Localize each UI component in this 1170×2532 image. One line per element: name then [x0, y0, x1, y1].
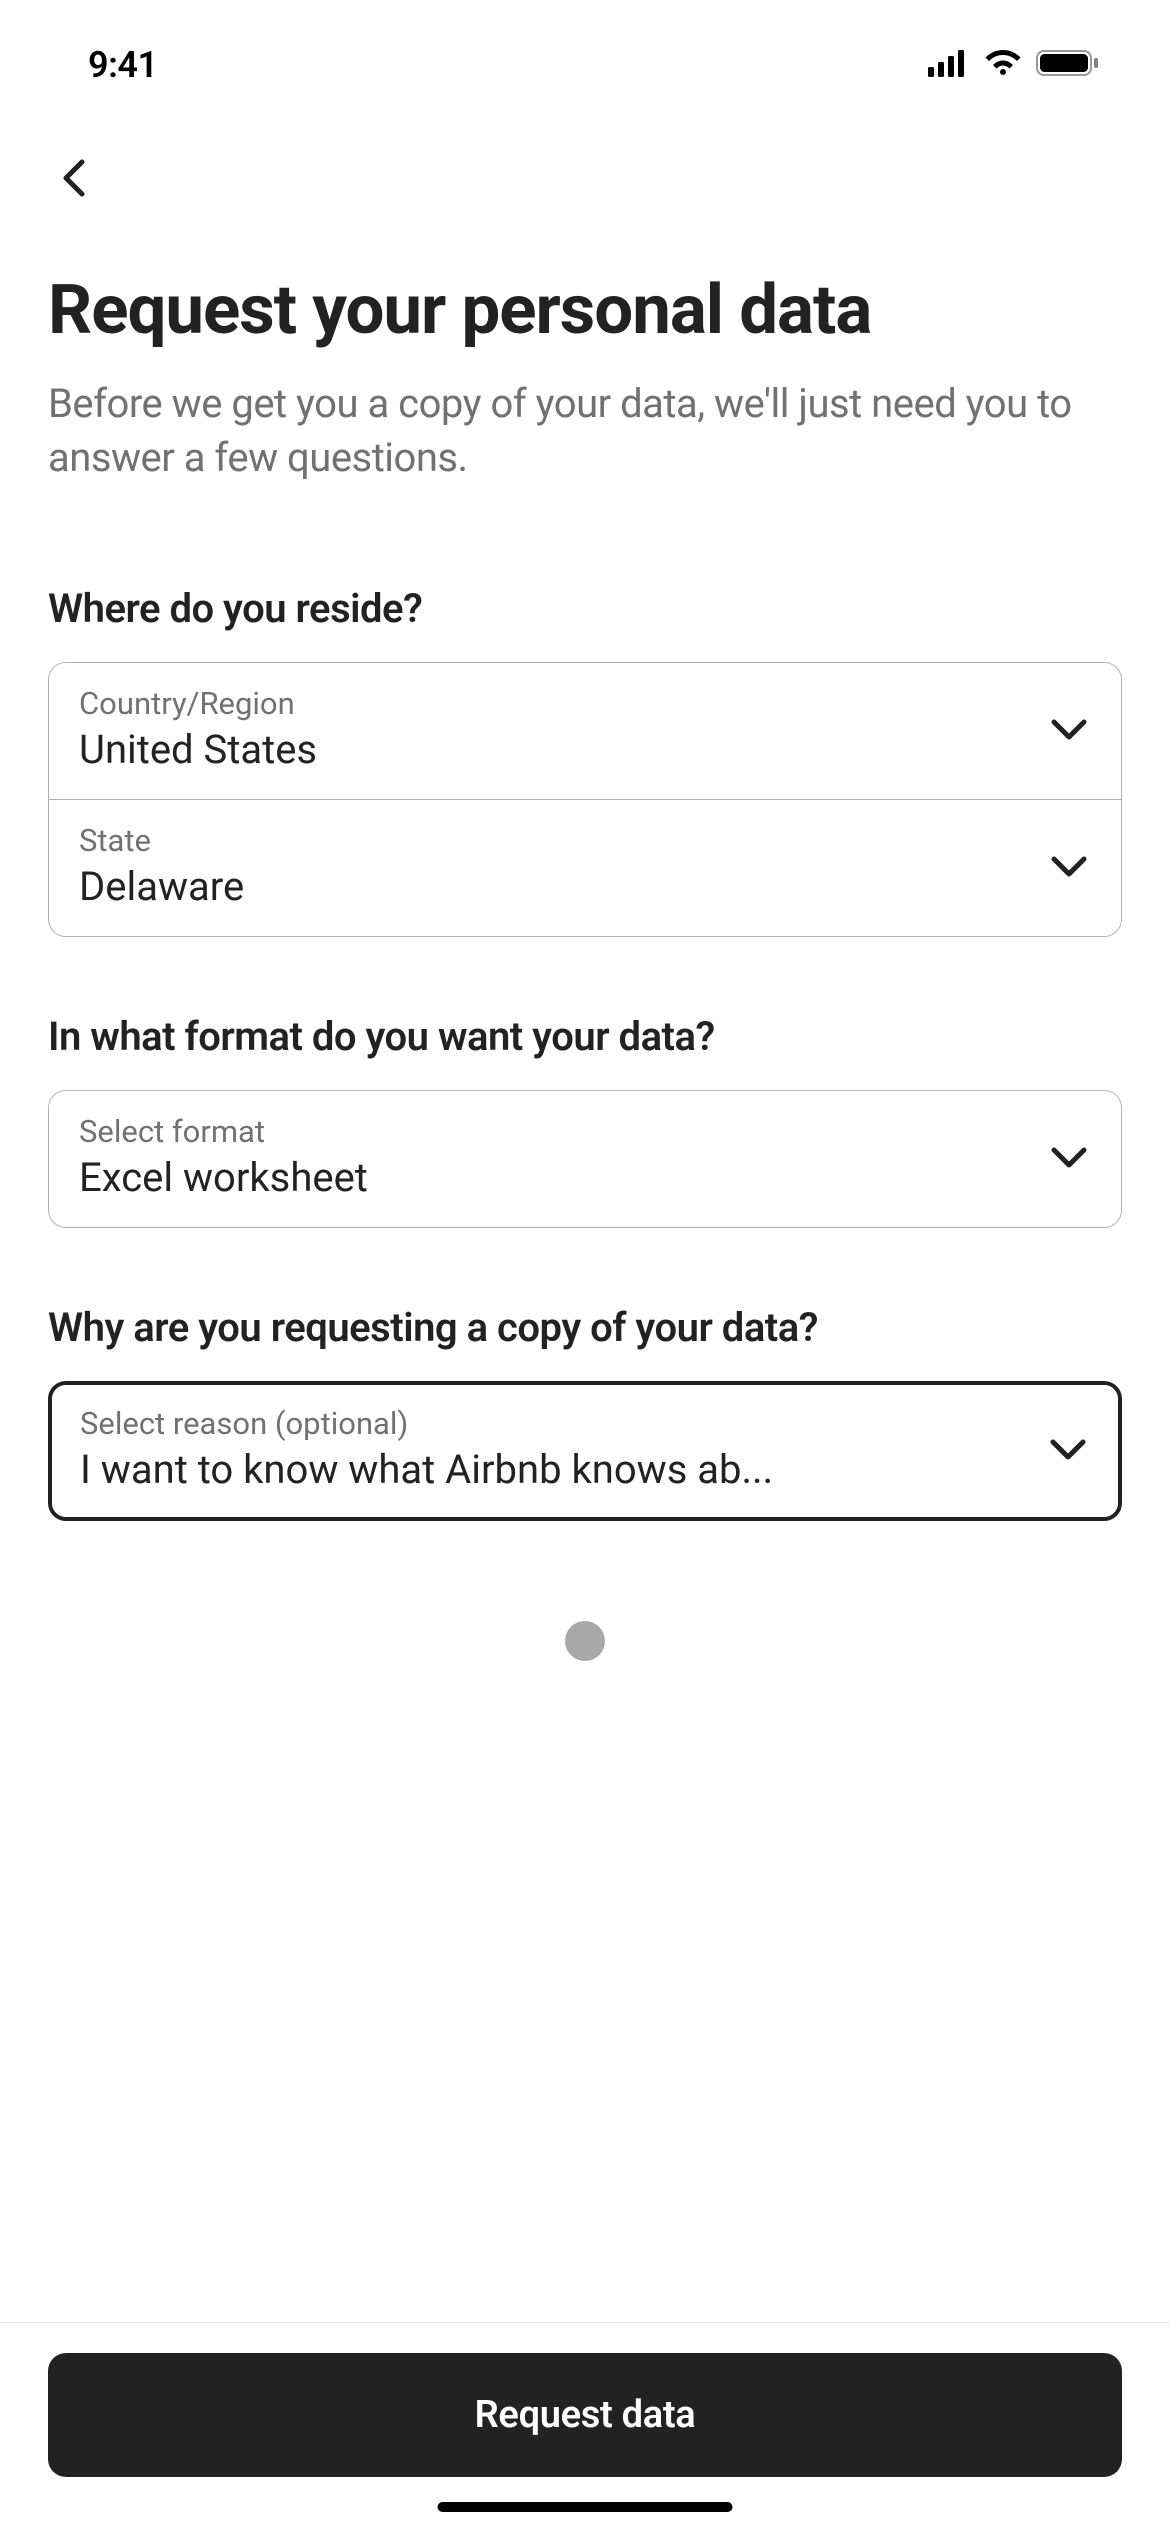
reason-select[interactable]: Select reason (optional) I want to know … [52, 1385, 1118, 1517]
chevron-down-icon [1047, 707, 1091, 751]
reason-field-group: Select reason (optional) I want to know … [48, 1381, 1122, 1521]
loading-indicator [565, 1621, 605, 1661]
chevron-down-icon [1047, 1135, 1091, 1179]
country-select[interactable]: Country/Region United States [49, 663, 1121, 799]
country-value: United States [79, 726, 1027, 773]
format-label: Select format [79, 1113, 1027, 1150]
reason-heading: Why are you requesting a copy of your da… [48, 1304, 1122, 1351]
nav-bar [0, 130, 1170, 230]
format-value: Excel worksheet [79, 1154, 1027, 1201]
format-heading: In what format do you want your data? [48, 1013, 1122, 1060]
residence-heading: Where do you reside? [48, 585, 1122, 632]
wifi-icon [983, 49, 1023, 81]
battery-icon [1036, 49, 1100, 81]
page-title: Request your personal data [48, 270, 1122, 349]
state-label: State [79, 822, 1027, 859]
status-time: 9:41 [88, 44, 158, 86]
page-subtitle: Before we get you a copy of your data, w… [48, 377, 1122, 485]
format-select[interactable]: Select format Excel worksheet [49, 1091, 1121, 1227]
chevron-left-icon [60, 158, 90, 202]
reason-label: Select reason (optional) [80, 1405, 1026, 1442]
home-indicator[interactable] [438, 2502, 733, 2512]
reason-value: I want to know what Airbnb knows ab... [80, 1446, 1026, 1493]
footer: Request data [0, 2322, 1170, 2532]
status-bar: 9:41 [0, 0, 1170, 130]
cellular-icon [928, 49, 970, 81]
state-select[interactable]: State Delaware [49, 799, 1121, 936]
residence-field-group: Country/Region United States State Delaw… [48, 662, 1122, 937]
status-indicators [928, 49, 1100, 81]
request-data-button[interactable]: Request data [48, 2353, 1122, 2477]
chevron-down-icon [1047, 844, 1091, 888]
format-field-group: Select format Excel worksheet [48, 1090, 1122, 1228]
state-value: Delaware [79, 863, 1027, 910]
chevron-down-icon [1046, 1427, 1090, 1471]
country-label: Country/Region [79, 685, 1027, 722]
back-button[interactable] [45, 150, 105, 210]
